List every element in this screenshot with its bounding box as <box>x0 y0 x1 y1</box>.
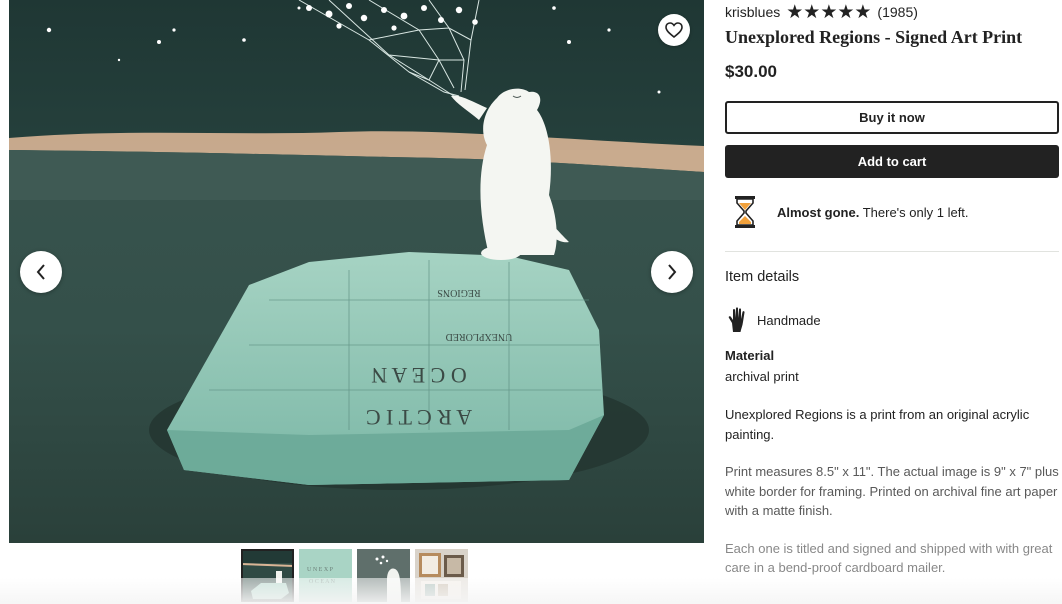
star-rating: ★★★★★ <box>786 0 872 23</box>
heart-icon <box>665 22 683 38</box>
shop-name-link[interactable]: krisblues <box>725 4 780 20</box>
artwork-text: O C E A N <box>371 363 466 388</box>
previous-image-button[interactable] <box>20 251 62 293</box>
hand-icon <box>727 307 749 333</box>
artwork-text: A R C T I C <box>366 405 472 430</box>
listing-price: $30.00 <box>725 62 777 81</box>
listing-details: krisblues ★★★★★ (1985) Unexplored Region… <box>725 0 1059 578</box>
artwork-text: UNEXPLORED <box>446 331 513 342</box>
stock-message: There's only 1 left. <box>859 204 969 220</box>
bottom-fade-overlay <box>0 578 1062 604</box>
chevron-right-icon <box>666 263 678 281</box>
chevron-left-icon <box>35 263 47 281</box>
listing-title: Unexplored Regions - Signed Art Print <box>725 27 1023 47</box>
shop-rating-row: krisblues ★★★★★ (1985) <box>725 0 1059 24</box>
artwork-image: REGIONS UNEXPLORED O C E A N A R C T I C <box>9 0 704 543</box>
hourglass-icon <box>733 195 763 229</box>
material-value: archival print <box>725 369 799 384</box>
artwork-text: REGIONS <box>437 287 480 298</box>
next-image-button[interactable] <box>651 251 693 293</box>
section-divider <box>725 251 1059 252</box>
description-paragraph-2: Print measures 8.5" x 11". The actual im… <box>725 464 1059 518</box>
material-label: Material <box>725 348 775 363</box>
feature-handmade: Handmade <box>725 307 1059 333</box>
stock-notice: Almost gone. There's only 1 left. <box>725 195 1059 229</box>
item-details-heading[interactable]: Item details <box>725 269 1059 285</box>
add-to-cart-button[interactable]: Add to cart <box>725 145 1059 178</box>
svg-text:U N E X P: U N E X P <box>307 567 334 573</box>
feature-label: Handmade <box>757 312 821 328</box>
description-paragraph-1: Unexplored Regions is a print from an or… <box>725 407 1030 442</box>
stock-emphasis: Almost gone. <box>777 204 860 220</box>
favorite-button[interactable] <box>658 14 690 46</box>
buy-it-now-button[interactable]: Buy it now <box>725 101 1059 134</box>
description-paragraph-3: Each one is titled and signed and shippe… <box>725 540 1053 576</box>
listing-image-main[interactable]: REGIONS UNEXPLORED O C E A N A R C T I C <box>9 0 704 543</box>
review-count[interactable]: (1985) <box>877 4 917 20</box>
